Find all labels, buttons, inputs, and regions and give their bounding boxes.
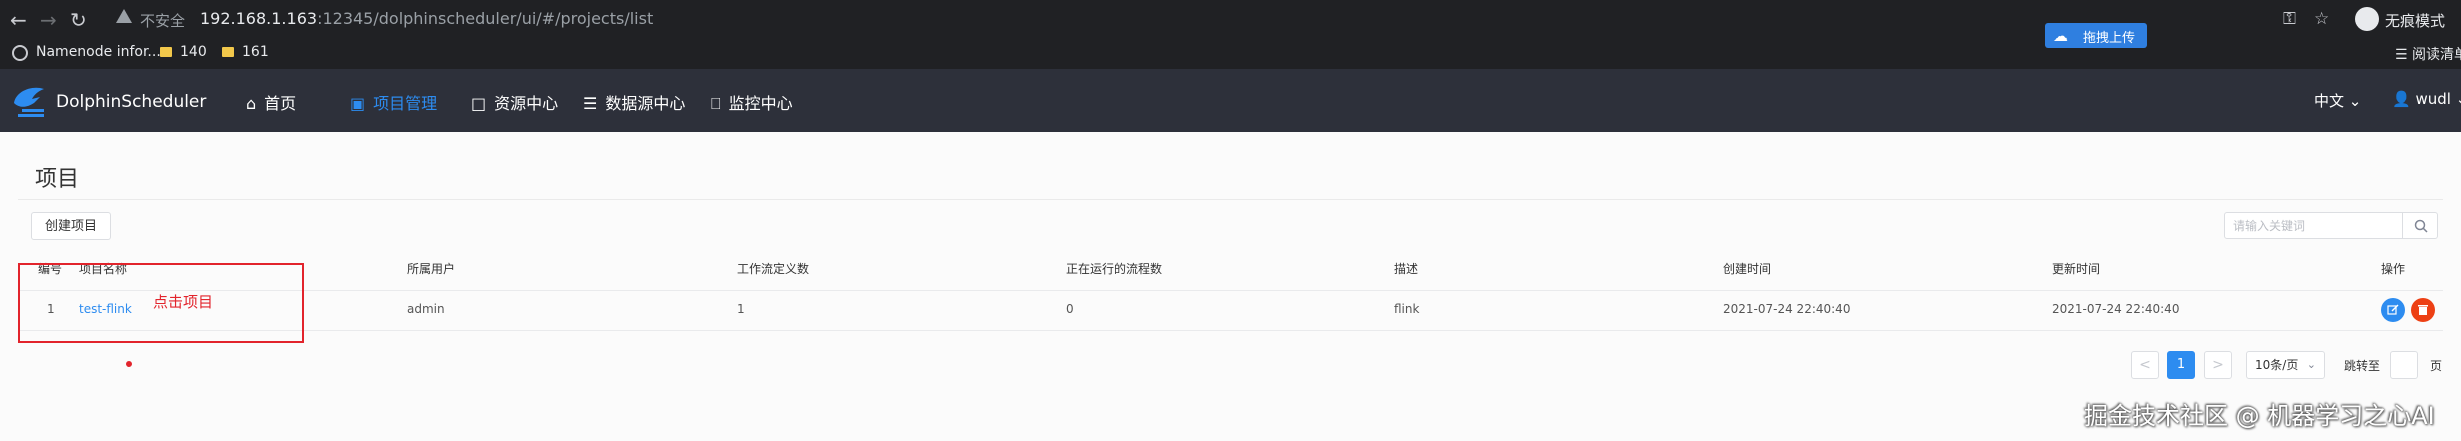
reading-list-label: 阅读清单 [2412, 47, 2461, 63]
nav-home[interactable]: ⌂ 首页 [246, 90, 296, 114]
reading-list[interactable]: ☰ 阅读清单 [2395, 44, 2461, 64]
jump-label: 跳转至 [2344, 359, 2381, 373]
annotation-dot [126, 361, 132, 367]
url-path: :12345/dolphinscheduler/ui/#/projects/li… [317, 9, 654, 28]
column-header-created: 创建时间 [1723, 262, 1772, 276]
divider [18, 290, 2443, 291]
logo-text[interactable]: DolphinScheduler [56, 92, 206, 112]
bookmark-label: 140 [180, 44, 207, 60]
cell-created: 2021-07-24 22:40:40 [1723, 302, 1851, 316]
forward-icon[interactable]: → [40, 8, 57, 32]
dolphinscheduler-logo-icon[interactable] [10, 83, 50, 119]
nav-monitor[interactable]: ⎕ 监控中心 [711, 90, 793, 114]
search-input[interactable] [2224, 212, 2403, 239]
column-header-actions: 操作 [2381, 262, 2406, 276]
bookmark-label: 161 [242, 44, 269, 60]
cell-definitions: 1 [737, 302, 745, 316]
bookmark-namenode[interactable]: Namenode infor... [36, 44, 161, 60]
user-icon: 👤 [2392, 90, 2411, 108]
globe-icon [12, 45, 28, 61]
star-icon[interactable]: ☆ [2314, 9, 2329, 29]
project-icon: ▣ [350, 94, 366, 113]
edit-icon [2387, 304, 2399, 315]
folder-icon [222, 47, 234, 57]
reading-list-icon: ☰ [2395, 47, 2408, 63]
cell-running: 0 [1066, 302, 1074, 316]
column-header-running: 正在运行的流程数 [1066, 262, 1163, 276]
chevron-down-icon: ⌄ [2306, 358, 2316, 371]
back-icon[interactable]: ← [10, 8, 27, 32]
incognito-label[interactable]: 无痕模式 [2385, 10, 2445, 31]
edit-button[interactable] [2381, 298, 2405, 322]
user-menu[interactable]: 👤 wudl ⌄ [2392, 90, 2461, 108]
security-label[interactable]: 不安全 [140, 10, 185, 31]
column-header-description: 描述 [1394, 262, 1419, 276]
chevron-down-icon: ⌄ [2348, 92, 2362, 110]
delete-button[interactable] [2411, 298, 2435, 322]
language-label: 中文 [2314, 92, 2345, 110]
extension-label: 拖拽上传 [2083, 31, 2136, 46]
cell-description: flink [1394, 302, 1420, 316]
bookmark-161[interactable]: 161 [222, 44, 269, 60]
nav-datasource[interactable]: ☰ 数据源中心 [583, 90, 685, 114]
folder-icon [160, 47, 172, 57]
divider [18, 330, 2443, 331]
column-header-updated: 更新时间 [2052, 262, 2101, 276]
warning-icon [116, 9, 132, 23]
language-select[interactable]: 中文 ⌄ [2314, 90, 2361, 111]
annotation-text: 点击项目 [153, 293, 214, 311]
nav-project-label: 项目管理 [373, 94, 438, 113]
divider [18, 199, 2443, 200]
prev-page-button[interactable]: < [2131, 351, 2159, 379]
reload-icon[interactable]: ↻ [70, 8, 87, 32]
cloud-icon: ☁ [2053, 27, 2068, 45]
bookmark-140[interactable]: 140 [160, 44, 207, 60]
nav-project[interactable]: ▣ 项目管理 [350, 90, 437, 114]
create-project-button[interactable]: 创建项目 [31, 212, 111, 240]
username: wudl [2415, 90, 2451, 108]
cell-owner: admin [407, 302, 445, 316]
folder-icon: □ [471, 94, 487, 113]
watermark: 掘金技术社区 @ 机器学习之心AI [2084, 402, 2435, 430]
cell-updated: 2021-07-24 22:40:40 [2052, 302, 2180, 316]
page-title: 项目 [35, 167, 80, 192]
page-1-button[interactable]: 1 [2167, 351, 2195, 379]
home-icon: ⌂ [246, 94, 257, 113]
upload-extension-badge[interactable]: ☁ 拖拽上传 [2045, 23, 2147, 48]
next-page-button[interactable]: > [2204, 351, 2232, 379]
database-icon: ☰ [583, 94, 598, 113]
search-icon [2414, 219, 2428, 233]
monitor-icon: ⎕ [711, 94, 721, 113]
nav-monitor-label: 监控中心 [728, 94, 793, 113]
column-header-definitions: 工作流定义数 [737, 262, 810, 276]
key-icon[interactable]: ⚿ [2283, 9, 2296, 29]
search-button[interactable] [2402, 212, 2438, 239]
column-header-owner: 所属用户 [407, 262, 456, 276]
page-unit-label: 页 [2430, 359, 2443, 373]
page-size-select[interactable]: 10条/页 ⌄ [2246, 351, 2325, 379]
content-area [0, 132, 2461, 441]
url-host: 192.168.1.163 [200, 9, 318, 28]
incognito-icon[interactable] [2355, 7, 2379, 31]
chevron-down-icon: ⌄ [2456, 90, 2461, 108]
nav-home-label: 首页 [264, 94, 297, 113]
jump-page-input[interactable] [2390, 351, 2418, 379]
nav-datasource-label: 数据源中心 [605, 94, 686, 113]
trash-icon [2418, 305, 2428, 315]
address-bar[interactable]: 192.168.1.163:12345/dolphinscheduler/ui/… [200, 9, 653, 28]
page-size-label: 10条/页 [2255, 358, 2299, 372]
nav-resource[interactable]: □ 资源中心 [471, 90, 558, 114]
nav-resource-label: 资源中心 [494, 94, 559, 113]
